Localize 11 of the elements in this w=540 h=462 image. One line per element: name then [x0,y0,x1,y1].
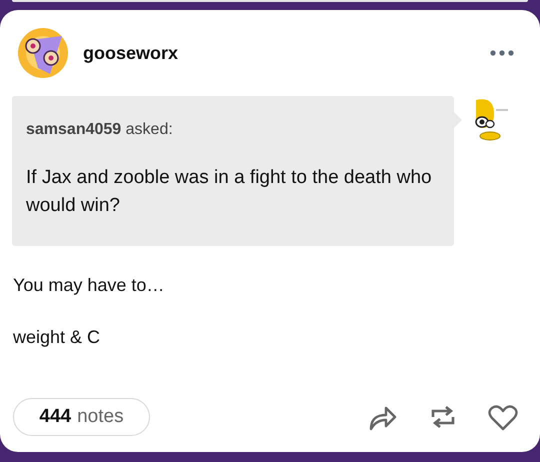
heart-icon[interactable] [488,404,518,430]
body-text: weight & C [13,326,102,349]
question-text: If Jax and zooble was in a fight to the death who would win? [26,166,433,218]
avatar-icon[interactable] [18,28,68,78]
body-text: You may have to… [13,274,166,297]
notes-button[interactable]: 444 notes [13,398,150,436]
asked-label: asked: [126,121,173,138]
blog-name[interactable]: gooseworx [83,40,178,66]
asker-name[interactable]: samsan4059 [26,121,122,138]
more-options-icon[interactable] [490,50,514,56]
reblog-icon[interactable] [430,404,456,430]
